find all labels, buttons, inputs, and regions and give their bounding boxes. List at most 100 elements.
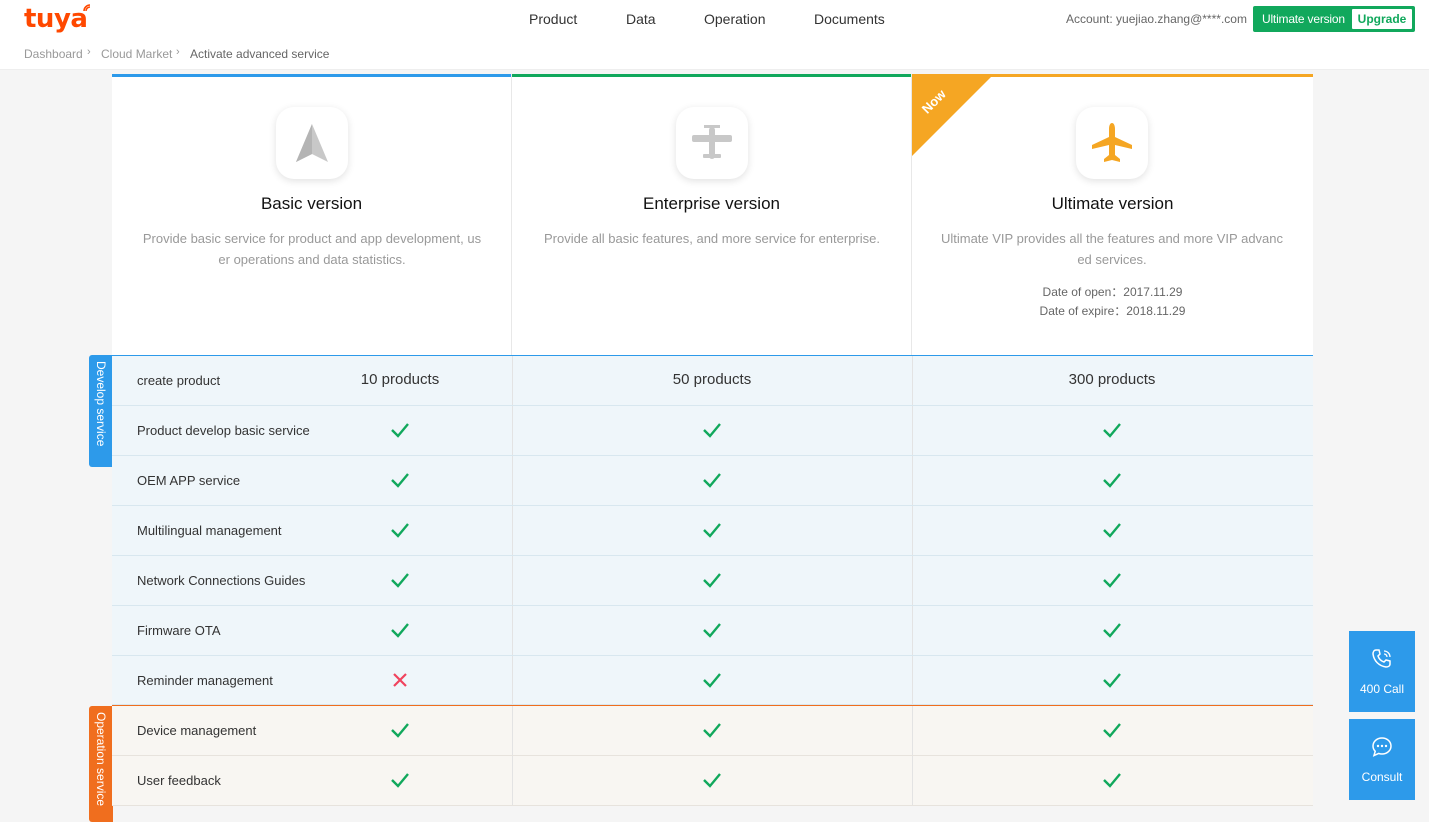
call-label: 400 Call — [1359, 682, 1405, 696]
feature-name: OEM APP service — [137, 473, 241, 488]
check-icon — [390, 770, 410, 790]
account-dropdown[interactable]: Account: yuejiao.zhang@****.com⌄ — [1066, 12, 1259, 26]
feature-name: Device management — [137, 723, 257, 738]
check-icon — [702, 520, 722, 540]
plan-description: Provide all basic features, and more ser… — [544, 231, 880, 246]
check-icon — [702, 570, 722, 590]
check-icon — [1102, 420, 1122, 440]
plan-cards: Basic version Provide basic service for … — [112, 74, 1313, 356]
check-icon — [1102, 770, 1122, 790]
check-icon — [702, 670, 722, 690]
chat-icon — [1372, 737, 1392, 757]
tuya-logo[interactable]: tuya — [24, 4, 88, 34]
feature-row: Firmware OTA — [112, 606, 1313, 656]
check-icon — [702, 420, 722, 440]
check-icon — [390, 570, 410, 590]
consult-button[interactable]: Consult — [1349, 719, 1415, 800]
feature-name: Reminder management — [137, 673, 273, 688]
feature-row: Reminder management — [112, 656, 1313, 705]
propeller-plane-icon — [676, 107, 748, 179]
nav-documents[interactable]: Documents — [814, 11, 885, 27]
feature-name: create product — [137, 373, 221, 388]
column-divider — [912, 756, 913, 805]
column-divider — [912, 606, 913, 655]
column-divider — [512, 456, 513, 505]
breadcrumb-dashboard[interactable]: Dashboard — [24, 47, 83, 61]
feature-value: 50 products — [672, 371, 752, 388]
column-divider — [912, 656, 913, 704]
check-icon — [390, 520, 410, 540]
check-icon — [1102, 720, 1122, 740]
top-header: tuya Product Data Operation Documents Ac… — [0, 0, 1429, 40]
plan-basic[interactable]: Basic version Provide basic service for … — [112, 74, 512, 356]
breadcrumb-current: Activate advanced service — [190, 47, 330, 61]
column-divider — [912, 556, 913, 605]
paper-plane-icon — [276, 107, 348, 179]
column-divider — [512, 756, 513, 805]
check-icon — [1102, 520, 1122, 540]
call-button[interactable]: 400 Call — [1349, 631, 1415, 712]
column-divider — [912, 406, 913, 455]
plan-name: Enterprise version — [642, 194, 780, 213]
account-label: Account: yuejiao.zhang@****.com — [1066, 12, 1247, 26]
breadcrumb-cloud-market[interactable]: Cloud Market — [101, 47, 172, 61]
check-icon — [390, 470, 410, 490]
nav-data[interactable]: Data — [626, 11, 656, 27]
feature-row: User feedback — [112, 756, 1313, 806]
check-icon — [390, 420, 410, 440]
plan-description: Ultimate VIP provides all the features a… — [940, 231, 1284, 267]
check-icon — [702, 470, 722, 490]
section-label: Develop service — [94, 361, 108, 447]
check-icon — [1102, 620, 1122, 640]
upgrade-button[interactable]: Upgrade — [1352, 9, 1412, 29]
check-icon — [1102, 470, 1122, 490]
feature-row: Multilingual management — [112, 506, 1313, 556]
feature-name: Network Connections Guides — [137, 573, 306, 588]
consult-label: Consult — [1361, 770, 1403, 784]
check-icon — [702, 620, 722, 640]
column-divider — [512, 506, 513, 555]
column-divider — [512, 656, 513, 704]
phone-icon — [1372, 649, 1391, 668]
feature-value: 10 products — [360, 371, 440, 388]
feature-comparison-table: create product 10 products 50 products 300 … — [112, 355, 1313, 806]
nav-operation[interactable]: Operation — [704, 11, 765, 27]
column-divider — [512, 606, 513, 655]
breadcrumb: Dashboard › Cloud Market › Activate adva… — [0, 40, 1429, 70]
plan-enterprise[interactable]: Enterprise version Provide all basic fea… — [512, 74, 912, 356]
check-icon — [1102, 670, 1122, 690]
column-divider — [912, 356, 913, 405]
column-divider — [512, 406, 513, 455]
airplane-icon — [1076, 107, 1148, 179]
plan-description: Provide basic service for product and ap… — [142, 231, 482, 267]
check-icon — [702, 770, 722, 790]
chevron-right-icon: › — [87, 46, 91, 58]
check-icon — [702, 720, 722, 740]
feature-name: Multilingual management — [137, 523, 282, 538]
check-icon — [390, 720, 410, 740]
chevron-right-icon: › — [176, 46, 180, 58]
plan-name: Basic version — [260, 194, 363, 213]
column-divider — [912, 506, 913, 555]
column-divider — [912, 706, 913, 755]
section-tag-operation: Operation service — [89, 706, 113, 822]
feature-value: 300 products — [1068, 371, 1156, 388]
column-divider — [512, 356, 513, 405]
section-tag-develop: Develop service — [89, 355, 113, 467]
feature-row: create product 10 products 50 products 300 … — [112, 356, 1313, 406]
column-divider — [912, 456, 913, 505]
feature-row: OEM APP service — [112, 456, 1313, 506]
check-icon — [390, 620, 410, 640]
date-open: Date of open：2017.11.29 — [1042, 285, 1183, 299]
plan-ultimate[interactable]: Now Ultimate version Ultimate VIP provid… — [912, 74, 1313, 356]
plan-name: Ultimate version — [1051, 194, 1174, 213]
plan-accent-bar — [512, 74, 911, 77]
signal-icon — [83, 4, 91, 12]
feature-row: Device management — [112, 706, 1313, 756]
feature-row: Product develop basic service — [112, 406, 1313, 456]
check-icon — [1102, 570, 1122, 590]
current-plan-ribbon: Now — [912, 74, 994, 156]
nav-product[interactable]: Product — [529, 11, 577, 27]
current-version-label: Ultimate version — [1262, 12, 1345, 26]
column-divider — [512, 706, 513, 755]
